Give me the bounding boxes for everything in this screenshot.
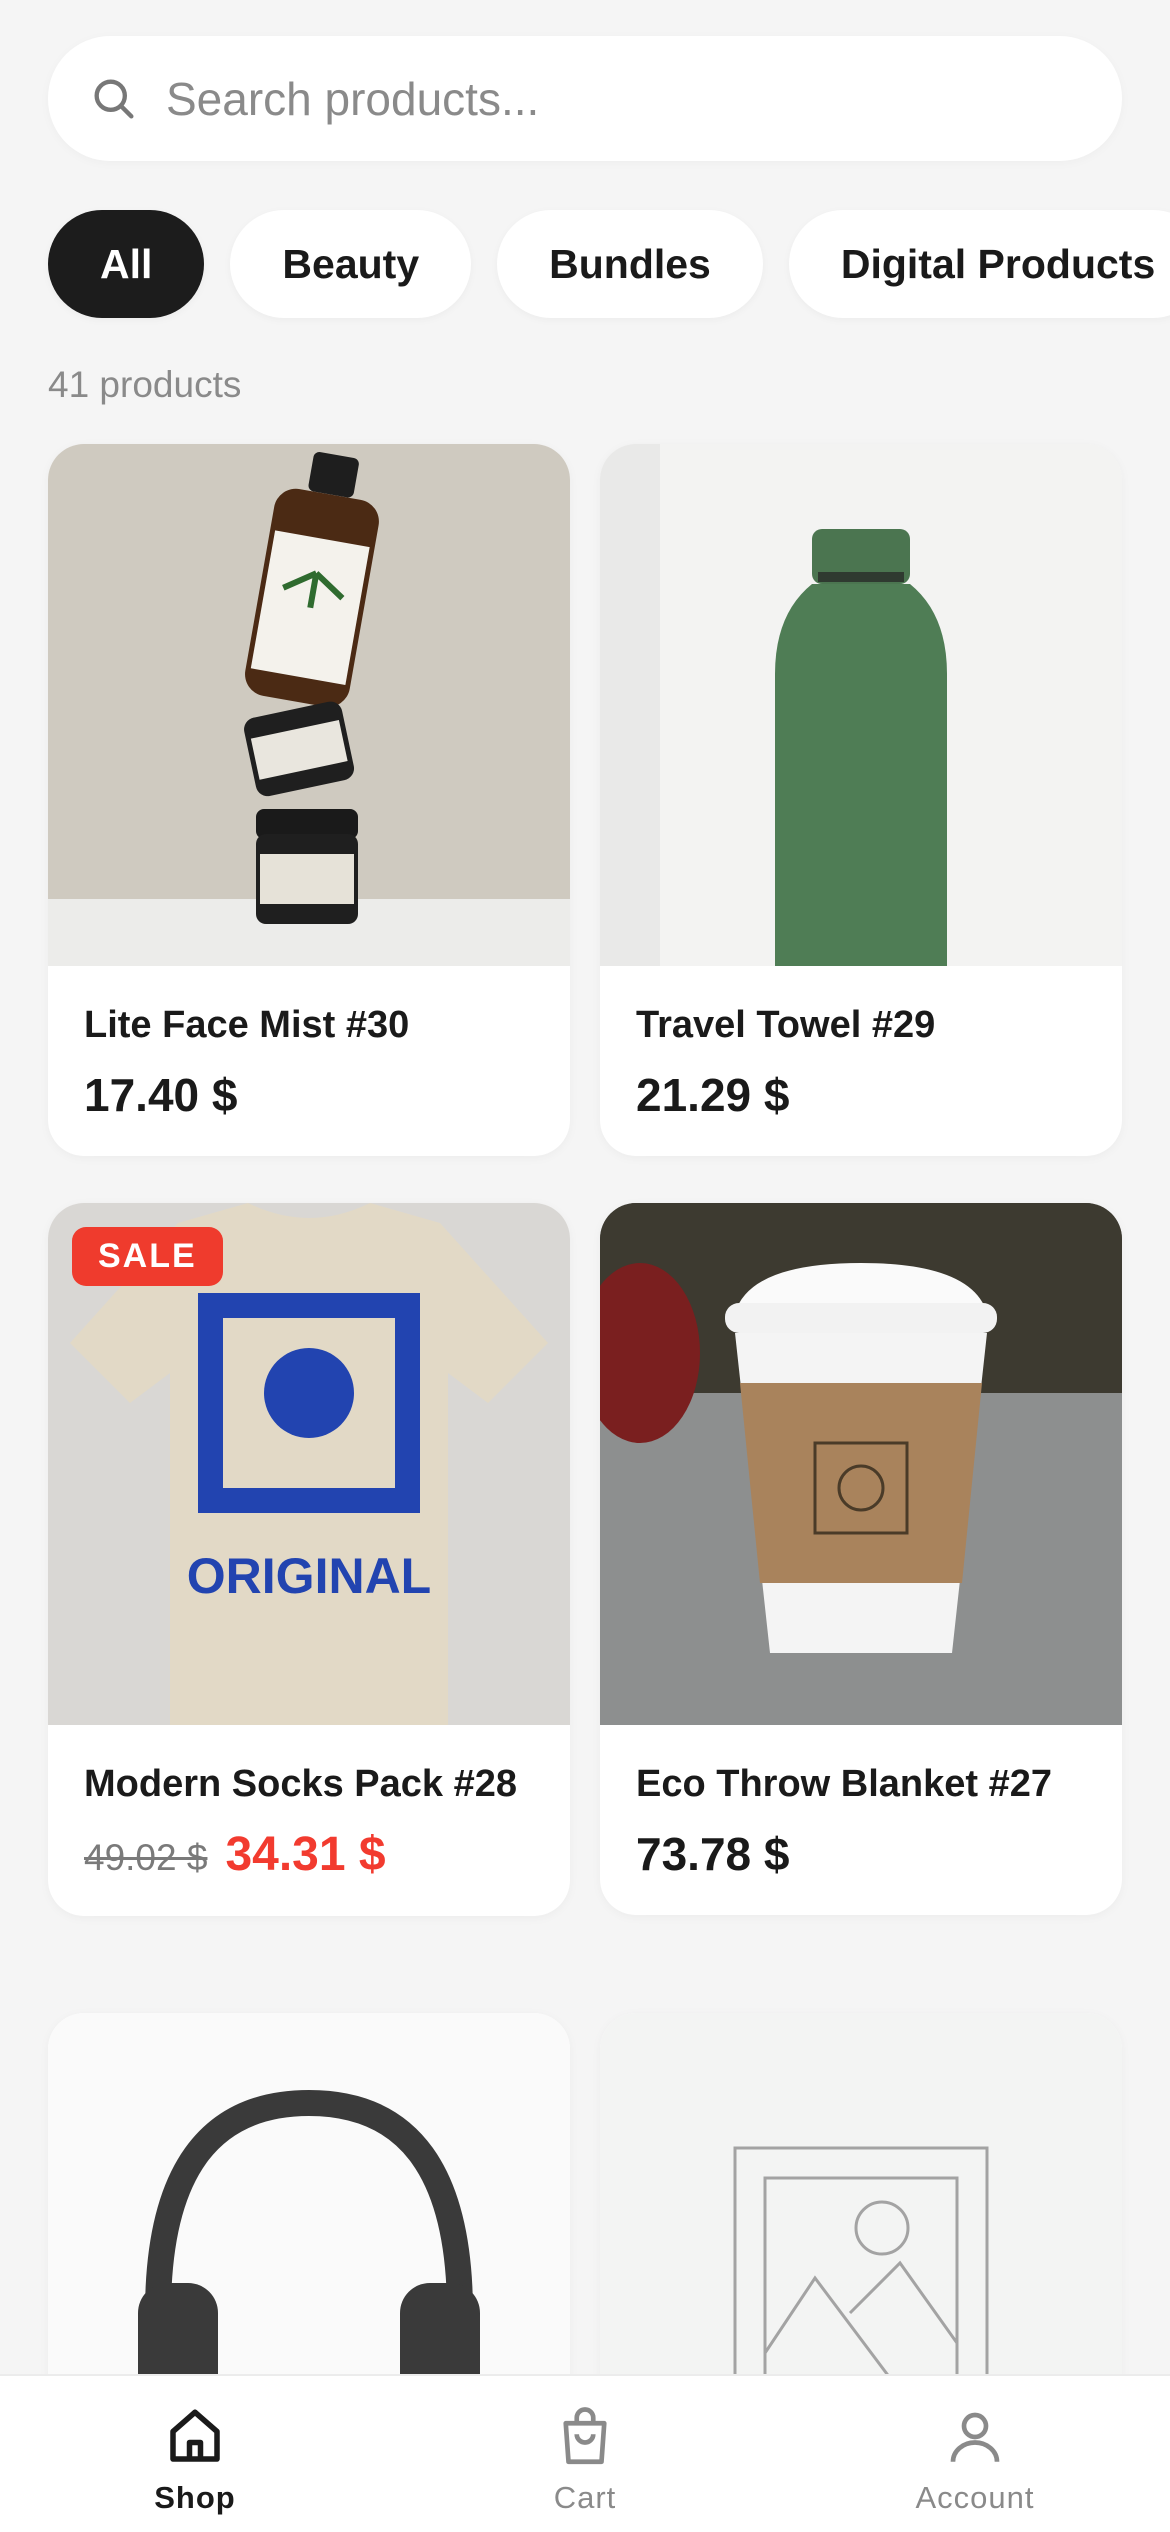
- original-price: 49.02 $: [84, 1837, 208, 1878]
- nav-shop[interactable]: Shop: [0, 2376, 390, 2532]
- product-name: Eco Throw Blanket #27: [636, 1763, 1053, 1805]
- nav-cart[interactable]: Cart: [390, 2376, 780, 2532]
- bottom-nav: Shop Cart Account: [0, 2374, 1170, 2532]
- product-price: 17.40 $: [84, 1069, 238, 1121]
- product-price: 49.02 $ 34.31 $: [84, 1827, 534, 1882]
- user-icon: [950, 2412, 1000, 2462]
- chip-all[interactable]: All: [48, 210, 205, 318]
- sale-badge: SALE: [72, 1227, 223, 1286]
- product-name: Modern Socks Pack #28: [84, 1763, 517, 1805]
- product-card[interactable]: Travel Towel #29 21.29 $: [600, 444, 1122, 1156]
- product-card[interactable]: ORIGINAL SALE Modern Socks Pack #28 49.0…: [48, 1203, 570, 1916]
- nav-label: Cart: [553, 2480, 617, 2515]
- product-card[interactable]: Eco Throw Blanket #27 73.78 $: [600, 1203, 1122, 1915]
- search-bar[interactable]: [48, 36, 1122, 161]
- product-image: [48, 444, 570, 966]
- bag-icon: [563, 2407, 607, 2465]
- search-input[interactable]: [166, 71, 1066, 126]
- product-image: [600, 444, 1122, 966]
- product-name: Travel Towel #29: [636, 1004, 936, 1046]
- product-image: ORIGINAL SALE: [48, 1203, 570, 1725]
- category-chips: All Beauty Bundles Digital Products: [48, 210, 1170, 318]
- nav-account[interactable]: Account: [780, 2376, 1170, 2532]
- svg-text:ORIGINAL: ORIGINAL: [187, 1548, 431, 1604]
- chip-beauty[interactable]: Beauty: [230, 210, 472, 318]
- search-icon: [94, 79, 134, 118]
- home-icon: [170, 2409, 220, 2462]
- nav-label: Shop: [154, 2480, 236, 2515]
- chip-bundles[interactable]: Bundles: [497, 210, 763, 318]
- product-name: Lite Face Mist #30: [84, 1004, 410, 1046]
- product-count: 41 products: [48, 364, 242, 405]
- sale-price: 34.31 $: [225, 1828, 386, 1881]
- nav-label: Account: [915, 2480, 1035, 2515]
- product-price: 73.78 $: [636, 1828, 790, 1880]
- product-image: [600, 1203, 1122, 1725]
- product-price: 21.29 $: [636, 1069, 790, 1121]
- chip-digital-products[interactable]: Digital Products: [788, 210, 1170, 318]
- product-card[interactable]: Lite Face Mist #30 17.40 $: [48, 444, 570, 1156]
